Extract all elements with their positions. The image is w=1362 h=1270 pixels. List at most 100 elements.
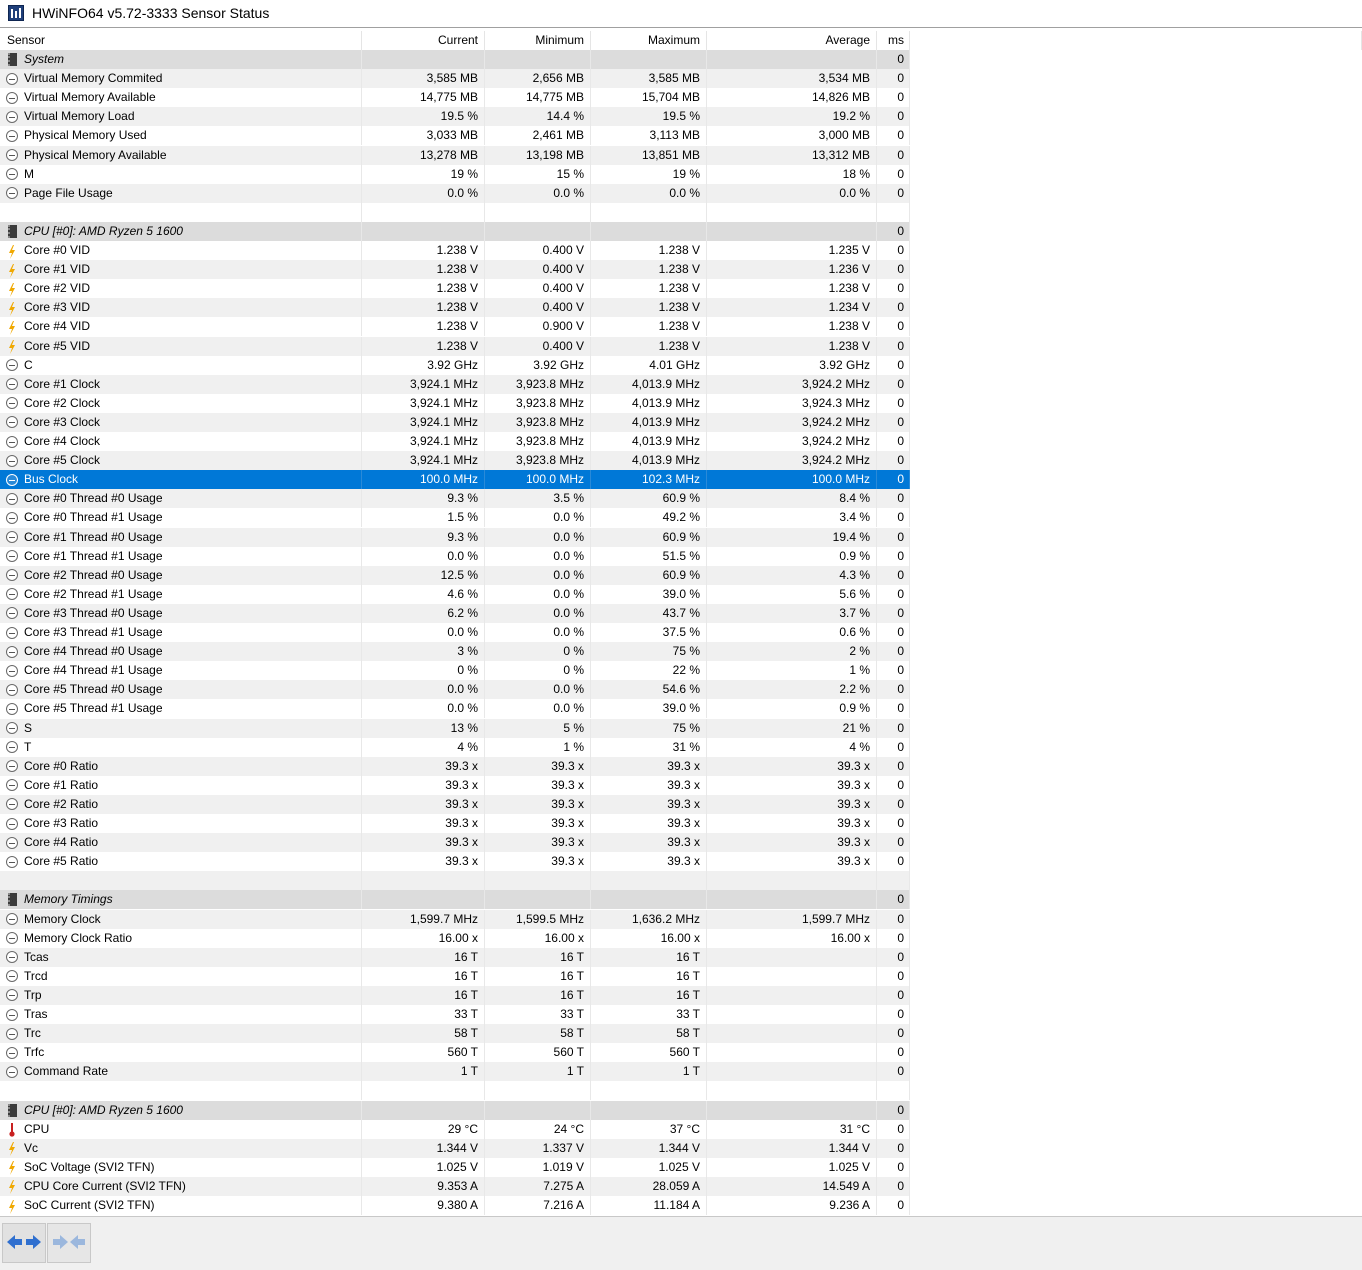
table-row[interactable]: Physical Memory Available 13,278 MB 13,198…	[0, 145, 1362, 165]
row-filler	[910, 241, 1362, 260]
table-row[interactable]: Core #4 Ratio 39.3 x 39.3 x 39.3 x 39.3 x0	[0, 833, 1362, 853]
current-value: 16 T	[362, 947, 485, 967]
table-row[interactable]: Trcd 16 T 16 T 16 T0	[0, 966, 1362, 986]
gauge-icon	[6, 855, 18, 868]
table-row[interactable]: Core #0 Ratio 39.3 x 39.3 x 39.3 x 39.3 x0	[0, 756, 1362, 776]
row-filler	[910, 584, 1362, 604]
table-row[interactable]: M 19 % 15 % 19 % 18 % 0	[0, 164, 1362, 184]
table-row[interactable]: Core #4 Thread #0 Usage 3 % 0 % 75 % 2 % 0	[0, 642, 1362, 662]
column-header-ms[interactable]: ms	[877, 31, 910, 50]
table-row[interactable]: Page File Usage 0.0 % 0.0 % 0.0 % 0.0 % 0	[0, 183, 1362, 203]
sensor-label: CPU [#0]: AMD Ryzen 5 1600	[24, 223, 183, 238]
sensor-group-row[interactable]: Memory Timings 0	[0, 890, 1362, 910]
sensor-name-cell: Core #1 Clock	[0, 374, 362, 394]
table-row[interactable]: Core #1 Thread #0 Usage 9.3 % 0.0 % 60.9 % 1…	[0, 527, 1362, 547]
table-row[interactable]: S 13 % 5 % 75 % 21 % 0	[0, 718, 1362, 738]
table-row[interactable]: Trc 58 T 58 T 58 T0	[0, 1024, 1362, 1044]
minimum-value: 1 T	[485, 1062, 591, 1082]
voltage-icon	[8, 340, 16, 354]
table-row[interactable]: Core #5 Thread #0 Usage 0.0 % 0.0 % 54.6 % 2…	[0, 680, 1362, 700]
table-row[interactable]: CPU Core Current (SVI2 TFN) 9.353 A 7.275 …	[0, 1176, 1362, 1196]
column-header-sensor[interactable]: Sensor	[0, 31, 362, 50]
table-row[interactable]: Core #4 Clock 3,924.1 MHz 3,923.8 MHz 4,013…	[0, 432, 1362, 451]
table-row[interactable]: Core #3 Thread #0 Usage 6.2 % 0.0 % 43.7 % 3…	[0, 603, 1362, 623]
table-row[interactable]: Trfc 560 T 560 T 560 T0	[0, 1043, 1362, 1063]
table-row[interactable]: C 3.92 GHz 3.92 GHz 4.01 GHz 3.92 GHz 0	[0, 355, 1362, 375]
table-row[interactable]: Memory Clock 1,599.7 MHz 1,599.5 MHz 1,636.…	[0, 909, 1362, 929]
table-row[interactable]: SoC Current (SVI2 TFN) 9.380 A 7.216 A 11.1…	[0, 1196, 1362, 1215]
table-row[interactable]: Virtual Memory Available 14,775 MB 14,775 …	[0, 88, 1362, 108]
row-filler	[910, 565, 1362, 585]
table-row[interactable]: Core #2 Clock 3,924.1 MHz 3,923.8 MHz 4,013…	[0, 393, 1362, 413]
table-row[interactable]: T4 % 1 % 31 % 4 % 0	[0, 737, 1362, 757]
table-row[interactable]: Core #4 VID 1.238 V 0.900 V 1.238 V 1.238 V0	[0, 317, 1362, 337]
expand-columns-button[interactable]	[2, 1223, 46, 1263]
table-row[interactable]: Vc 1.344 V 1.337 V 1.344 V 1.344 V0	[0, 1138, 1362, 1158]
sensor-label: Vc	[24, 1140, 39, 1155]
row-filler	[910, 909, 1362, 929]
column-header-average[interactable]: Average	[707, 31, 877, 50]
ms-value: 0	[877, 183, 910, 203]
table-row[interactable]: Core #4 Thread #1 Usage 0 % 0 % 22 % 1 % 0	[0, 661, 1362, 681]
chip-icon	[8, 53, 17, 66]
table-row[interactable]: SoC Voltage (SVI2 TFN) 1.025 V 1.019 V 1.02…	[0, 1157, 1362, 1177]
table-row[interactable]: Core #5 Thread #1 Usage 0.0 % 0.0 % 39.0 % 0…	[0, 699, 1362, 719]
minimum-value: 13,198 MB	[485, 145, 591, 165]
table-row[interactable]: Command Rate 1 T1 T1 T0	[0, 1062, 1362, 1082]
table-row[interactable]: Core #1 VID 1.238 V 0.400 V 1.238 V 1.236 V0	[0, 260, 1362, 280]
table-row[interactable]: Core #2 Ratio 39.3 x 39.3 x 39.3 x 39.3 x0	[0, 794, 1362, 814]
table-row[interactable]: Trp 16 T 16 T 16 T0	[0, 985, 1362, 1005]
sensor-name-cell: Memory Timings	[0, 890, 362, 910]
row-filler	[910, 718, 1362, 738]
table-row[interactable]: Core #3 Ratio 39.3 x 39.3 x 39.3 x 39.3 x0	[0, 814, 1362, 833]
column-header-maximum[interactable]: Maximum	[591, 31, 707, 50]
sensor-group-row[interactable]: CPU [#0]: AMD Ryzen 5 1600 0	[0, 1100, 1362, 1120]
minimum-value: 1.019 V	[485, 1157, 591, 1177]
average-value: 14.549 A	[707, 1176, 877, 1196]
hwinfo-app-icon	[8, 5, 24, 21]
table-row[interactable]: Core #1 Thread #1 Usage 0.0 % 0.0 % 51.5 % 0…	[0, 546, 1362, 566]
table-row[interactable]: Core #0 Thread #1 Usage 1.5 % 0.0 % 49.2 % 3…	[0, 508, 1362, 528]
table-row[interactable]: Core #3 Thread #1 Usage 0.0 % 0.0 % 37.5 % 0…	[0, 623, 1362, 642]
maximum-value: 16.00 x	[591, 928, 707, 948]
table-row[interactable]: Core #5 Clock 3,924.1 MHz 3,923.8 MHz 4,013…	[0, 451, 1362, 471]
average-value: 19.2 %	[707, 107, 877, 127]
table-row[interactable]: Core #2 VID 1.238 V 0.400 V 1.238 V 1.238 V0	[0, 279, 1362, 299]
average-value	[707, 1043, 877, 1063]
table-row[interactable]: Core #5 VID 1.238 V 0.400 V 1.238 V 1.238 V0	[0, 336, 1362, 356]
sensor-group-row[interactable]: System 0	[0, 50, 1362, 69]
table-row[interactable]: Core #2 Thread #1 Usage 4.6 % 0.0 % 39.0 % 5…	[0, 584, 1362, 604]
row-filler	[910, 432, 1362, 451]
table-row[interactable]: Virtual Memory Commited 3,585 MB 2,656 MB 3…	[0, 69, 1362, 89]
column-header-minimum[interactable]: Minimum	[485, 31, 591, 50]
sensor-group-row[interactable]: CPU [#0]: AMD Ryzen 5 1600 0	[0, 221, 1362, 241]
gauge-icon	[6, 741, 18, 754]
table-row[interactable]: Tcas 16 T 16 T 16 T0	[0, 947, 1362, 967]
table-row[interactable]: Core #1 Ratio 39.3 x 39.3 x 39.3 x 39.3 x0	[0, 775, 1362, 795]
collapse-columns-button[interactable]	[47, 1223, 91, 1263]
average-value: 0.6 %	[707, 623, 877, 642]
sensor-name-cell	[0, 202, 362, 222]
table-row[interactable]: Memory Clock Ratio 16.00 x 16.00 x 16.00 x1…	[0, 928, 1362, 948]
average-value: 1 %	[707, 661, 877, 681]
table-row[interactable]: Core #1 Clock 3,924.1 MHz 3,923.8 MHz 4,013…	[0, 374, 1362, 394]
table-row[interactable]: Tras 33 T 33 T 33 T0	[0, 1005, 1362, 1024]
table-row[interactable]: Core #0 VID 1.238 V 0.400 V 1.238 V 1.235 V0	[0, 241, 1362, 260]
table-row[interactable]: Core #5 Ratio 39.3 x 39.3 x 39.3 x 39.3 x0	[0, 852, 1362, 872]
table-row[interactable]: Core #0 Thread #0 Usage 9.3 % 3.5 % 60.9 % 8…	[0, 489, 1362, 509]
current-value: 39.3 x	[362, 775, 485, 795]
table-row[interactable]: Core #2 Thread #0 Usage 12.5 % 0.0 % 60.9 %…	[0, 565, 1362, 585]
row-filler	[910, 1024, 1362, 1044]
sensor-name-cell: Core #1 Thread #0 Usage	[0, 527, 362, 547]
row-filler	[910, 852, 1362, 872]
table-row[interactable]: Physical Memory Used 3,033 MB 2,461 MB 3,11…	[0, 126, 1362, 146]
column-header-current[interactable]: Current	[362, 31, 485, 50]
table-row[interactable]: Bus Clock 100.0 MHz 100.0 MHz 102.3 MHz 100.…	[0, 470, 1362, 490]
table-row[interactable]: Core #3 VID 1.238 V 0.400 V 1.238 V 1.234 V0	[0, 298, 1362, 318]
sensor-label: Core #4 Thread #1 Usage	[24, 663, 163, 678]
table-row[interactable]: CPU 29 °C 24 °C 37 °C 31 °C 0	[0, 1119, 1362, 1139]
sensor-name-cell: Core #5 VID	[0, 336, 362, 356]
table-row[interactable]: Virtual Memory Load 19.5 % 14.4 % 19.5 % 19.…	[0, 107, 1362, 127]
average-value: 9.236 A	[707, 1196, 877, 1215]
table-row[interactable]: Core #3 Clock 3,924.1 MHz 3,923.8 MHz 4,013…	[0, 412, 1362, 432]
